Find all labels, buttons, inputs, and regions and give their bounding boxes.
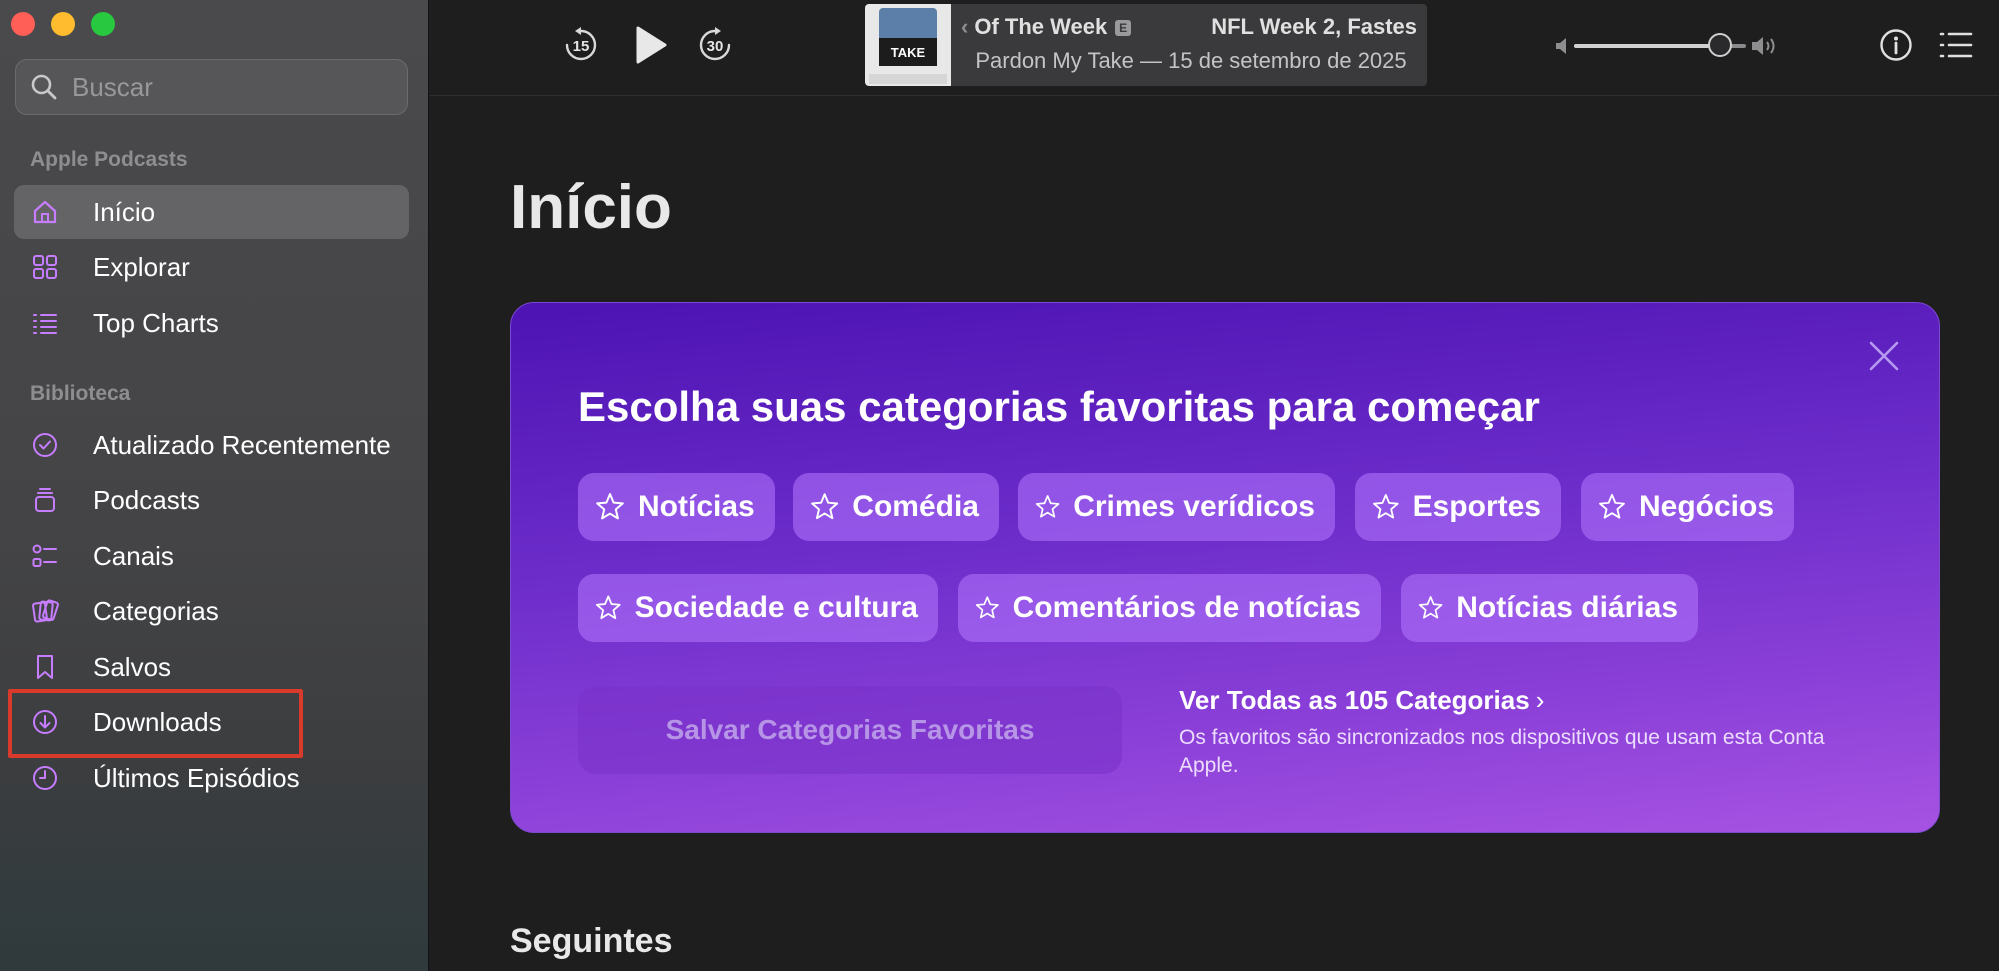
sidebar-item-podcasts[interactable]: Podcasts — [14, 473, 409, 527]
grid-icon — [30, 252, 60, 282]
sidebar: Apple Podcasts Início Explorar Top Chart… — [0, 0, 429, 971]
sidebar-item-label: Top Charts — [93, 307, 219, 338]
category-chip-comedia[interactable]: Comédia — [793, 473, 999, 541]
search-field[interactable] — [15, 59, 408, 115]
skip-back-button[interactable]: 15 — [561, 25, 601, 65]
chevron-right-icon: › — [1535, 685, 1545, 715]
category-chip-esportes[interactable]: Esportes — [1355, 473, 1561, 541]
explicit-badge: E — [1115, 20, 1132, 37]
now-playing-title-row: ‹ Of The Week E NFL Week 2, Fastest — [961, 14, 1417, 40]
sidebar-item-inicio[interactable]: Início — [14, 185, 409, 239]
star-icon — [1035, 495, 1060, 518]
checkmark-circle-icon — [30, 430, 60, 460]
sidebar-item-label: Downloads — [93, 706, 222, 737]
sidebar-item-label: Início — [93, 196, 156, 227]
star-icon — [975, 596, 999, 619]
chip-label: Sociedade e cultura — [634, 591, 918, 624]
sync-note: Os favoritos são sincronizados nos dispo… — [1179, 726, 1825, 777]
channels-icon — [30, 541, 60, 571]
category-chip-noticias-diarias[interactable]: Notícias diárias — [1401, 574, 1698, 642]
sidebar-item-explorar[interactable]: Explorar — [14, 240, 409, 294]
sidebar-item-label: Explorar — [93, 251, 190, 282]
play-button[interactable] — [630, 24, 670, 66]
minimize-window-button[interactable] — [51, 12, 75, 36]
play-icon — [636, 26, 667, 64]
stack-icon — [30, 485, 60, 515]
search-icon — [31, 74, 57, 100]
download-circle-icon — [30, 707, 60, 737]
sidebar-item-canais[interactable]: Canais — [14, 529, 409, 583]
skip-forward-seconds: 30 — [706, 37, 724, 55]
sidebar-item-downloads[interactable]: Downloads — [14, 695, 409, 749]
star-icon — [1373, 494, 1399, 519]
volume-high-icon — [1750, 34, 1780, 58]
sidebar-item-salvos[interactable]: Salvos — [14, 640, 409, 694]
chip-label: Comédia — [852, 490, 979, 523]
category-chip-noticias[interactable]: Notícias — [578, 473, 775, 541]
sidebar-item-label: Canais — [93, 540, 174, 571]
queue-button[interactable] — [1938, 29, 1974, 61]
category-onboarding-banner: Escolha suas categorias favoritas para c… — [510, 302, 1940, 833]
window-controls — [11, 12, 115, 36]
info-icon — [1880, 29, 1912, 61]
save-favorite-categories-button[interactable]: Salvar Categorias Favoritas — [578, 686, 1122, 774]
now-playing-panel[interactable]: TAKE ‹ Of The Week E NFL Week 2, Fastest Pa… — [865, 4, 1427, 86]
sidebar-item-label: Podcasts — [93, 484, 200, 515]
volume-fill — [1574, 44, 1721, 48]
star-icon — [1418, 596, 1443, 619]
close-banner-button[interactable] — [1867, 339, 1901, 373]
artwork-figure — [879, 8, 937, 38]
skip-forward-button[interactable]: 30 — [695, 25, 735, 65]
house-icon — [30, 197, 60, 227]
see-all-categories-link[interactable]: Ver Todas as 105 Categorias › — [1179, 685, 1544, 716]
zoom-window-button[interactable] — [91, 12, 115, 36]
chip-label: Notícias — [638, 490, 755, 523]
volume-slider[interactable] — [1574, 33, 1746, 57]
section-label-apple-podcasts: Apple Podcasts — [30, 148, 188, 171]
star-icon — [811, 493, 839, 520]
category-chip-sociedade-e-cultura[interactable]: Sociedade e cultura — [578, 574, 938, 642]
category-chip-crimes-veridicos[interactable]: Crimes verídicos — [1018, 473, 1335, 541]
chip-label: Negócios — [1638, 490, 1774, 523]
sidebar-item-atualizado-recentemente[interactable]: Atualizado Recentemente — [14, 418, 409, 472]
episode-title: NFL Week 2, Fastest — [1211, 14, 1417, 39]
now-playing-subtitle: Pardon My Take — 15 de setembro de 2025 — [975, 48, 1407, 73]
page-title: Início — [510, 173, 672, 242]
sidebar-item-label: Categorias — [93, 595, 219, 626]
search-input[interactable] — [72, 71, 372, 103]
queue-list-icon — [1939, 32, 1973, 58]
following-section-title: Seguintes — [510, 922, 673, 960]
sidebar-item-label: Últimos Episódios — [93, 762, 300, 793]
star-icon — [596, 493, 624, 520]
category-chip-comentarios-de-noticias[interactable]: Comentários de notícias — [958, 574, 1381, 642]
sidebar-item-ultimos-episodios[interactable]: Últimos Episódios — [14, 751, 409, 805]
banner-heading: Escolha suas categorias favoritas para c… — [578, 383, 1540, 430]
sidebar-item-label: Atualizado Recentemente — [93, 429, 391, 460]
volume-knob[interactable] — [1708, 33, 1733, 57]
clock-icon — [30, 763, 60, 793]
category-chip-negocios[interactable]: Negócios — [1581, 473, 1794, 541]
categories-icon — [30, 596, 60, 626]
section-label-biblioteca: Biblioteca — [30, 382, 131, 405]
star-icon — [595, 595, 621, 620]
see-all-label: Ver Todas as 105 Categorias — [1179, 685, 1530, 715]
bookmark-icon — [30, 652, 60, 682]
list-number-icon — [30, 308, 60, 338]
chevron-left-icon: ‹ — [961, 14, 969, 39]
previous-episode-title-fragment: Of The Week — [974, 14, 1108, 39]
sidebar-item-top-charts[interactable]: Top Charts — [14, 296, 409, 350]
volume-low-icon — [1554, 36, 1570, 56]
star-icon — [1599, 493, 1625, 519]
chip-label: Esportes — [1412, 490, 1541, 523]
sidebar-item-categorias[interactable]: Categorias — [14, 584, 409, 638]
close-window-button[interactable] — [11, 12, 35, 36]
chip-label: Comentários de notícias — [1012, 591, 1361, 624]
artwork-footer — [869, 74, 947, 84]
sidebar-item-label: Salvos — [93, 651, 172, 682]
toolbar: 15 30 TAKE ‹ Of The Week E NFL Week 2, Fast… — [430, 0, 1999, 96]
skip-back-seconds: 15 — [572, 37, 590, 55]
info-button[interactable] — [1878, 27, 1914, 63]
chip-label: Notícias diárias — [1456, 591, 1678, 624]
chip-label: Crimes verídicos — [1073, 490, 1315, 523]
